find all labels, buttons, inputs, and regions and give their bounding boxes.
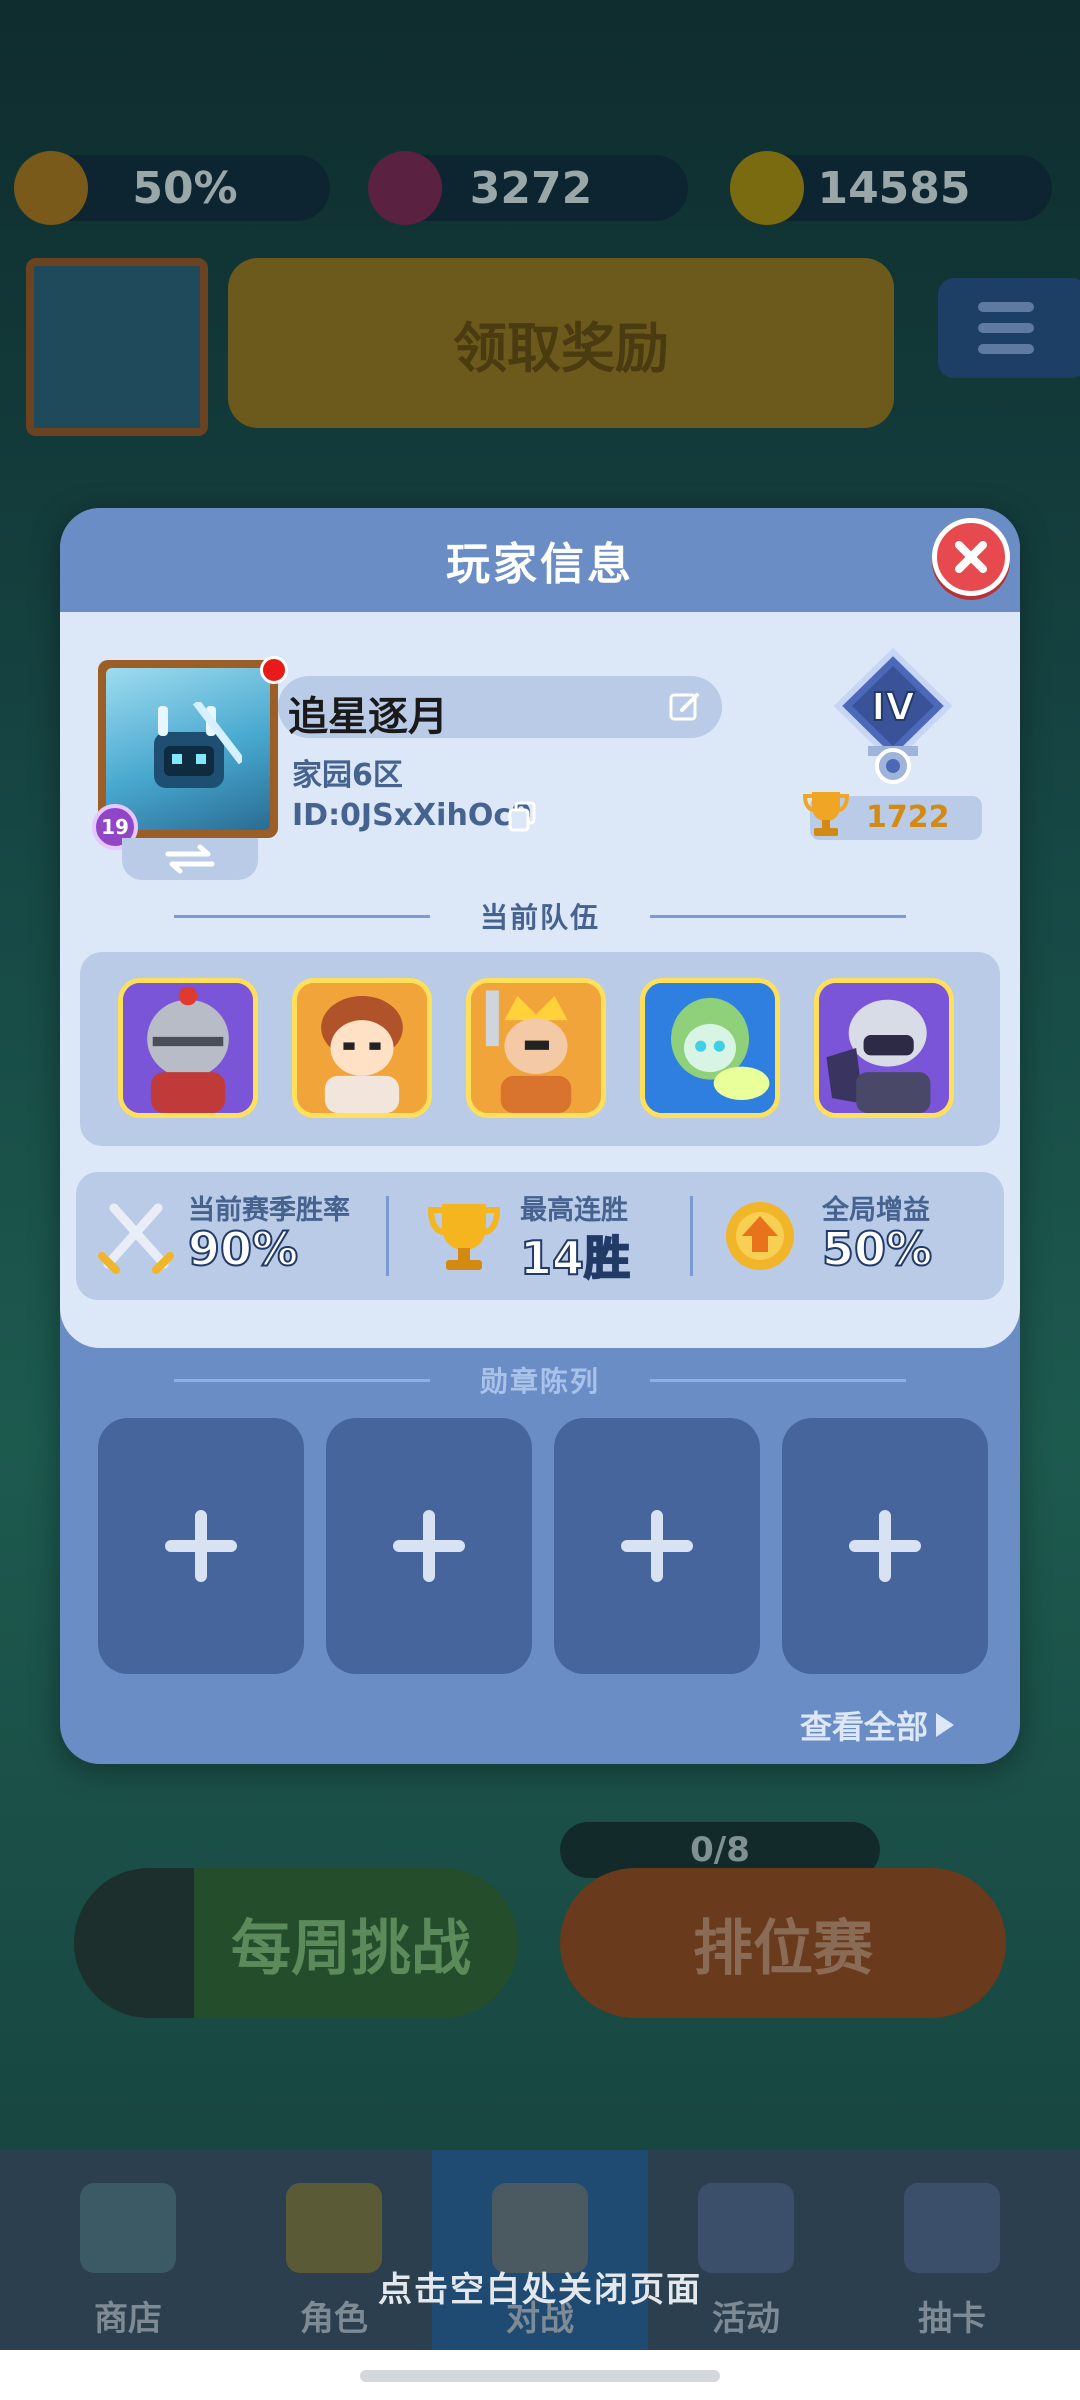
modal-body: 19 追星逐月 家园6区 ID:0JSxXihOc9 IV 1722 当前队伍 …: [60, 612, 1020, 1348]
modal-title: 玩家信息: [446, 539, 634, 590]
robot-avatar-icon: [154, 702, 242, 788]
weekly-challenge-button[interactable]: 每周挑战: [74, 1868, 518, 2018]
mystery-card-icon: [904, 2183, 1000, 2273]
hero-knight[interactable]: [118, 978, 258, 1118]
stat-global-boost: 全局增益 50%: [694, 1172, 1004, 1300]
medal-title-label: 勋章陈列: [479, 1365, 600, 1398]
hero-red-hair-fighter[interactable]: [292, 978, 432, 1118]
crossed-swords-icon: [98, 1203, 174, 1274]
stat-value: 90%: [187, 1221, 299, 1277]
stat-divider: [386, 1196, 389, 1276]
level-value: 19: [101, 815, 129, 839]
player-info-modal: 玩家信息 19 追星逐月 家园6区 ID:0JSxXihOc9 IV 1722 …: [60, 508, 1020, 1764]
plus-icon: [393, 1510, 465, 1582]
coin-icon: [730, 151, 804, 225]
stat-best-streak: 最高连胜 14胜: [390, 1172, 690, 1300]
weekly-challenge-label: 每周挑战: [231, 1913, 471, 1984]
switch-avatar-button[interactable]: [122, 838, 258, 880]
medal-slot-1[interactable]: [98, 1418, 304, 1674]
plus-icon: [849, 1510, 921, 1582]
claim-reward-label: 领取奖励: [453, 316, 669, 380]
nav-shop[interactable]: 商店: [20, 2150, 236, 2350]
name-bar: 追星逐月: [278, 676, 722, 740]
ranked-progress-label: 0/8: [690, 1830, 750, 1870]
stat-season-winrate: 当前赛季胜率 90%: [76, 1172, 386, 1300]
nav-events[interactable]: 活动: [638, 2150, 854, 2350]
character-cards-icon: [286, 2183, 382, 2273]
shop-icon: [80, 2183, 176, 2273]
player-server: 家园6区: [292, 758, 403, 793]
green-hair-mage-icon: [645, 983, 775, 1113]
team-title-label: 当前队伍: [479, 901, 600, 934]
hero-silver-armored-warrior[interactable]: [814, 978, 954, 1118]
coins-value: 14585: [817, 162, 971, 214]
boost-value: 50%: [132, 162, 238, 214]
chevron-right-icon: [936, 1713, 955, 1737]
stat-value: 14胜: [519, 1230, 631, 1286]
medal-slot-3[interactable]: [554, 1418, 760, 1674]
hero-green-hair-mage[interactable]: [640, 978, 780, 1118]
view-all-button[interactable]: 查看全部: [800, 1702, 956, 1748]
home-indicator[interactable]: [360, 2370, 720, 2382]
plus-icon: [621, 1510, 693, 1582]
silver-armored-warrior-icon: [819, 983, 949, 1113]
boost-icon: [14, 151, 88, 225]
nav-battle[interactable]: 对战: [432, 2150, 648, 2350]
view-all-label: 查看全部: [800, 1708, 929, 1746]
modal-header: 玩家信息: [60, 508, 1020, 612]
gem-icon: [368, 151, 442, 225]
medal-slot-2[interactable]: [326, 1418, 532, 1674]
nav-characters[interactable]: 角色: [226, 2150, 442, 2350]
crossed-swords-icon: [492, 2183, 588, 2273]
rank-tier-label: IV: [871, 685, 915, 729]
trophy-icon: [427, 1204, 501, 1270]
team-section-title: 当前队伍: [60, 896, 1020, 936]
claim-reward-button[interactable]: 领取奖励: [228, 258, 894, 428]
trophy-count: 1722: [866, 800, 950, 835]
lobby-avatar[interactable]: [26, 258, 208, 436]
red-hair-fighter-icon: [297, 983, 427, 1113]
stat-value: 50%: [821, 1221, 933, 1277]
star-shield-icon: [698, 2183, 794, 2273]
medal-slot-4[interactable]: [782, 1418, 988, 1674]
boost-emblem-icon: [726, 1202, 794, 1270]
rank-tier-badge-icon[interactable]: IV: [830, 648, 956, 788]
close-hint[interactable]: 点击空白处关闭页面: [0, 2262, 1080, 2311]
notification-dot: [260, 656, 288, 684]
plus-icon: [165, 1510, 237, 1582]
gems-value: 3272: [469, 162, 593, 214]
ranked-label: 排位赛: [693, 1913, 873, 1984]
crowned-king-icon: [471, 983, 601, 1113]
bottom-nav: 商店 角色 对战 活动 抽卡: [0, 2150, 1080, 2350]
ranked-match-button[interactable]: 排位赛: [560, 1868, 1006, 2018]
stats-box: 当前赛季胜率 90% 最高连胜 14胜 全局增益 50%: [76, 1172, 1004, 1300]
trophy-icon: [802, 792, 850, 836]
knight-icon: [123, 983, 253, 1113]
player-id: ID:0JSxXihOc9: [292, 798, 532, 833]
medal-section-title: 勋章陈列: [60, 1360, 1020, 1400]
team-box: [80, 952, 1000, 1146]
copy-icon[interactable]: [506, 800, 538, 834]
close-button[interactable]: [932, 518, 1010, 596]
player-name: 追星逐月: [288, 694, 448, 740]
hero-crowned-king[interactable]: [466, 978, 606, 1118]
swap-arrows-icon: [165, 844, 215, 874]
edit-icon[interactable]: [668, 690, 702, 724]
menu-button[interactable]: [938, 278, 1080, 378]
resource-bar: 50% 3272 14585: [0, 151, 1080, 225]
close-icon: [955, 541, 987, 573]
stat-divider: [690, 1196, 693, 1276]
nav-gacha[interactable]: 抽卡: [844, 2150, 1060, 2350]
